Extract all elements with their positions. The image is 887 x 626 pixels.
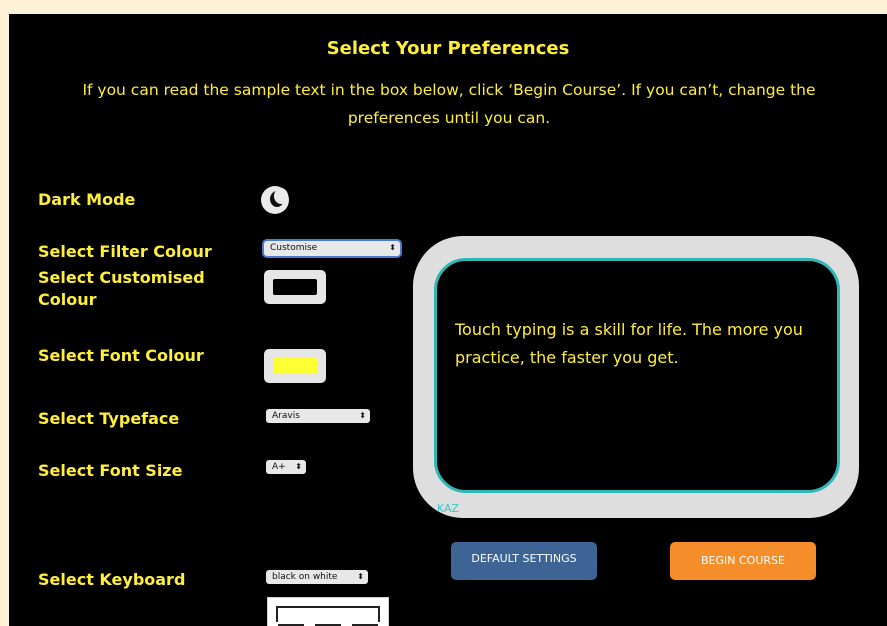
moon-icon[interactable] bbox=[261, 186, 289, 214]
filter-colour-select[interactable]: Customise ⬍ bbox=[264, 241, 400, 256]
dark-mode-label: Dark Mode bbox=[38, 190, 136, 209]
filter-colour-label: Select Filter Colour bbox=[38, 242, 212, 261]
typeface-select[interactable]: Aravis ⬍ bbox=[266, 409, 370, 423]
begin-course-button[interactable]: BEGIN COURSE bbox=[670, 542, 816, 580]
kaz-brand: KAZ bbox=[436, 502, 460, 515]
customised-colour-picker[interactable] bbox=[264, 270, 326, 304]
sample-text: Touch typing is a skill for life. The mo… bbox=[455, 320, 803, 367]
customised-colour-swatch bbox=[273, 279, 317, 295]
customised-colour-label: Select Customised Colour bbox=[38, 268, 205, 309]
font-colour-picker[interactable] bbox=[264, 349, 326, 383]
font-size-select[interactable]: A+ ⬍ bbox=[266, 460, 306, 474]
default-settings-button[interactable]: DEFAULT SETTINGS bbox=[451, 542, 597, 580]
font-colour-swatch bbox=[273, 358, 317, 374]
page-title: Select Your Preferences bbox=[326, 38, 570, 59]
chevron-updown-icon: ⬍ bbox=[295, 462, 302, 471]
sample-text-box: Touch typing is a skill for life. The mo… bbox=[434, 258, 840, 493]
keyboard-top-row bbox=[276, 606, 380, 622]
chevron-updown-icon: ⬍ bbox=[357, 572, 364, 581]
sample-text-frame: Touch typing is a skill for life. The mo… bbox=[413, 236, 859, 518]
typeface-value: Aravis bbox=[272, 411, 300, 421]
chevron-updown-icon: ⬍ bbox=[359, 411, 366, 420]
keyboard-value: black on white bbox=[272, 572, 338, 582]
intro-text: If you can read the sample text in the b… bbox=[82, 81, 816, 127]
preferences-panel: Select Your Preferences If you can read … bbox=[9, 14, 887, 626]
font-size-value: A+ bbox=[272, 462, 286, 472]
keyboard-select[interactable]: black on white ⬍ bbox=[266, 570, 368, 584]
font-size-label: Select Font Size bbox=[38, 461, 183, 480]
font-colour-label: Select Font Colour bbox=[38, 346, 204, 365]
typeface-label: Select Typeface bbox=[38, 409, 180, 428]
keyboard-preview: Q W E bbox=[267, 597, 389, 626]
chevron-updown-icon: ⬍ bbox=[389, 243, 396, 252]
filter-colour-value: Customise bbox=[270, 243, 318, 253]
keyboard-label: Select Keyboard bbox=[38, 570, 186, 589]
